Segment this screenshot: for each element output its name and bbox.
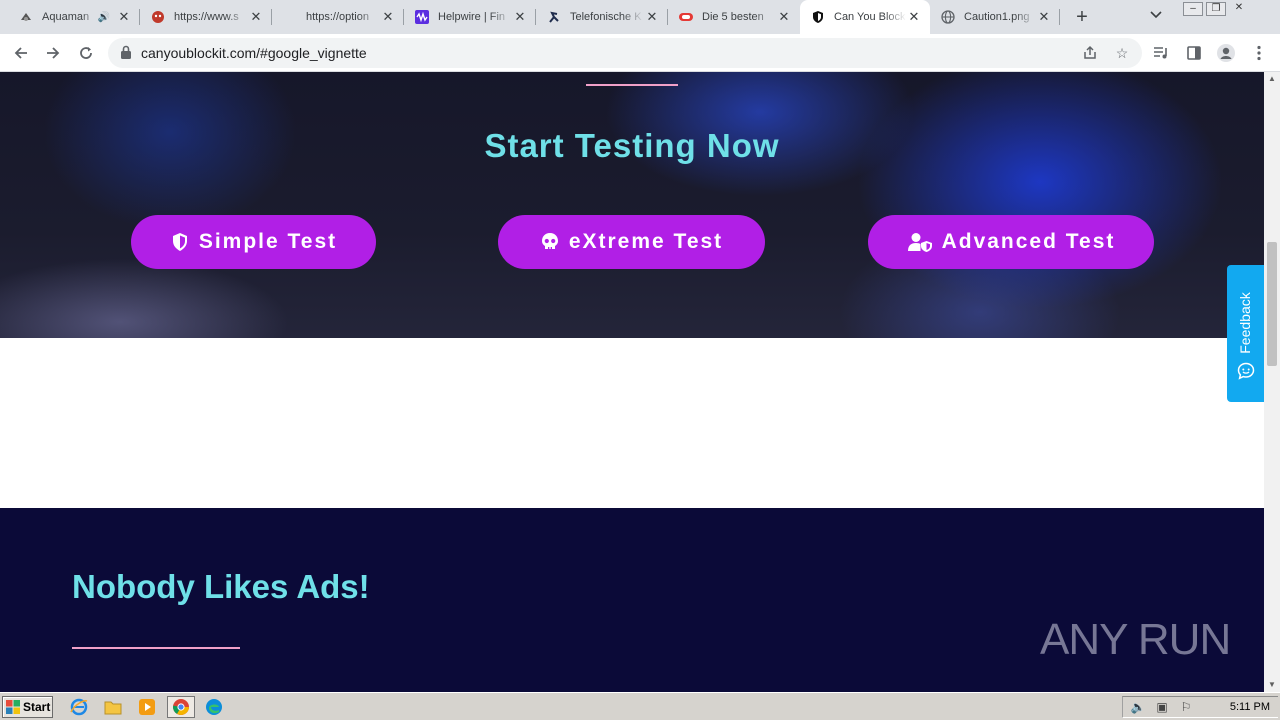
start-button[interactable]: Start [2, 696, 53, 718]
close-tab-icon[interactable]: ✕ [116, 9, 132, 25]
section-title: Nobody Likes Ads! [72, 568, 370, 605]
button-label: eXtreme Test [568, 230, 724, 253]
chrome-icon [172, 699, 189, 715]
close-tab-icon[interactable]: ✕ [248, 9, 264, 25]
feedback-tab[interactable]: Feedback [1227, 265, 1264, 402]
blank-favicon [282, 9, 298, 25]
action-center-flag-icon[interactable]: ⚐ [1177, 700, 1195, 714]
shield-icon [170, 232, 190, 252]
button-label: Simple Test [198, 230, 338, 253]
tab-telefonische[interactable]: Telefonische K ✕ [536, 0, 668, 34]
taskbar-clock[interactable]: 5:11 PM [1230, 701, 1270, 713]
button-label: Advanced Test [941, 230, 1116, 253]
back-arrow-icon[interactable] [8, 41, 34, 65]
scroll-up-arrow-icon[interactable]: ▲ [1264, 72, 1280, 86]
tab-title: Can You Block [834, 11, 906, 23]
shield-favicon [810, 9, 826, 25]
more-menu-icon[interactable] [1246, 41, 1272, 65]
forward-arrow-icon[interactable] [40, 41, 66, 65]
close-tab-icon[interactable]: ✕ [380, 9, 396, 25]
edge-icon[interactable] [203, 697, 225, 717]
tab-can-you-block-it[interactable]: Can You Block ✕ [800, 0, 930, 34]
globe-favicon [940, 9, 956, 25]
volume-icon[interactable]: 🔈 [1129, 700, 1147, 714]
close-window-icon[interactable]: ✕ [1229, 2, 1249, 16]
tab-https-www[interactable]: https://www.s ✕ [140, 0, 272, 34]
start-label: Start [23, 700, 51, 714]
tab-helpwire[interactable]: Helpwire | Fin ✕ [404, 0, 536, 34]
side-panel-icon[interactable] [1181, 41, 1207, 65]
restore-icon[interactable]: ❐ [1206, 2, 1226, 16]
lock-icon[interactable] [120, 45, 134, 61]
url-text[interactable]: canyoublockit.com/#google_vignette [141, 38, 367, 68]
internet-explorer-icon[interactable] [68, 697, 90, 717]
close-tab-icon[interactable]: ✕ [906, 9, 922, 25]
vertical-scrollbar[interactable]: ▲ ▼ [1264, 72, 1280, 692]
hero-section: Start Testing Now Simple Test eXtreme Te… [0, 72, 1264, 338]
file-explorer-icon[interactable] [102, 697, 124, 717]
advanced-test-button[interactable]: Advanced Test [868, 215, 1154, 269]
blank-ad-area [0, 338, 1264, 508]
windows-flag-icon [6, 700, 20, 714]
skull-icon [540, 232, 560, 252]
tab-title: Die 5 besten [702, 11, 764, 23]
tab-title: https://option [306, 11, 369, 23]
helpwire-favicon [414, 9, 430, 25]
close-tab-icon[interactable]: ✕ [512, 9, 528, 25]
simple-test-button[interactable]: Simple Test [131, 215, 376, 269]
close-tab-icon[interactable]: ✕ [1036, 9, 1052, 25]
tab-aquaman[interactable]: Aquaman 🔊 ✕ [8, 0, 140, 34]
minimize-icon[interactable]: – [1183, 2, 1203, 16]
windows-taskbar: Start 🔈 ▣ ⚐ 5:11 PM [0, 692, 1280, 720]
section-title-underline [72, 647, 240, 649]
network-icon[interactable]: ▣ [1153, 700, 1171, 714]
aquaman-favicon [18, 9, 34, 25]
address-bar[interactable]: canyoublockit.com/#google_vignette ☆ [108, 38, 1142, 68]
media-player-icon[interactable] [136, 697, 158, 717]
hero-top-divider [586, 84, 678, 86]
window-controls: – ❐ ✕ [1180, 2, 1249, 18]
system-tray: 🔈 ▣ ⚐ 5:11 PM [1122, 696, 1278, 718]
runner-favicon [546, 9, 562, 25]
bookmark-star-icon[interactable]: ☆ [1112, 43, 1132, 63]
close-tab-icon[interactable]: ✕ [776, 9, 792, 25]
feedback-chat-icon [1237, 362, 1255, 380]
scroll-down-arrow-icon[interactable]: ▼ [1264, 678, 1280, 692]
tab-https-option[interactable]: https://option ✕ [272, 0, 404, 34]
tab-title: Telefonische K [570, 11, 642, 23]
reload-icon[interactable] [73, 41, 99, 65]
media-controls-icon[interactable] [1148, 41, 1174, 65]
red-pill-favicon [678, 9, 694, 25]
extreme-test-button[interactable]: eXtreme Test [498, 215, 765, 269]
feedback-label: Feedback [1237, 292, 1253, 354]
red-bug-favicon [150, 9, 166, 25]
profile-avatar-icon[interactable] [1213, 41, 1239, 65]
tab-title: Helpwire | Fin [438, 11, 506, 23]
browser-toolbar: canyoublockit.com/#google_vignette ☆ [0, 34, 1280, 72]
scrollbar-thumb[interactable] [1267, 242, 1277, 366]
tab-strip: Aquaman 🔊 ✕ https://www.s ✕ https://opti… [0, 0, 1280, 34]
chrome-taskbar-button[interactable] [167, 696, 195, 718]
share-icon[interactable] [1080, 43, 1100, 63]
tab-title: https://www.s [174, 11, 239, 23]
tab-search-chevron-icon[interactable] [1150, 8, 1162, 22]
hero-title: Start Testing Now [484, 127, 780, 164]
new-tab-button[interactable]: + [1070, 6, 1094, 28]
close-tab-icon[interactable]: ✕ [644, 9, 660, 25]
anyrun-watermark: ANY RUN [1040, 610, 1231, 670]
page-viewport: Start Testing Now Simple Test eXtreme Te… [0, 72, 1264, 692]
speaker-icon[interactable]: 🔊 [98, 12, 110, 23]
user-shield-icon [907, 232, 933, 252]
nobody-likes-ads-section: Nobody Likes Ads! ANY RUN [0, 508, 1264, 692]
tab-caution1[interactable]: Caution1.png ✕ [930, 0, 1060, 34]
tab-separator [1059, 9, 1060, 25]
tab-title: Aquaman [42, 11, 90, 23]
watermark-text: ANY RUN [1040, 615, 1231, 664]
tab-die-5-besten[interactable]: Die 5 besten ✕ [668, 0, 800, 34]
tab-title: Caution1.png [964, 11, 1030, 23]
